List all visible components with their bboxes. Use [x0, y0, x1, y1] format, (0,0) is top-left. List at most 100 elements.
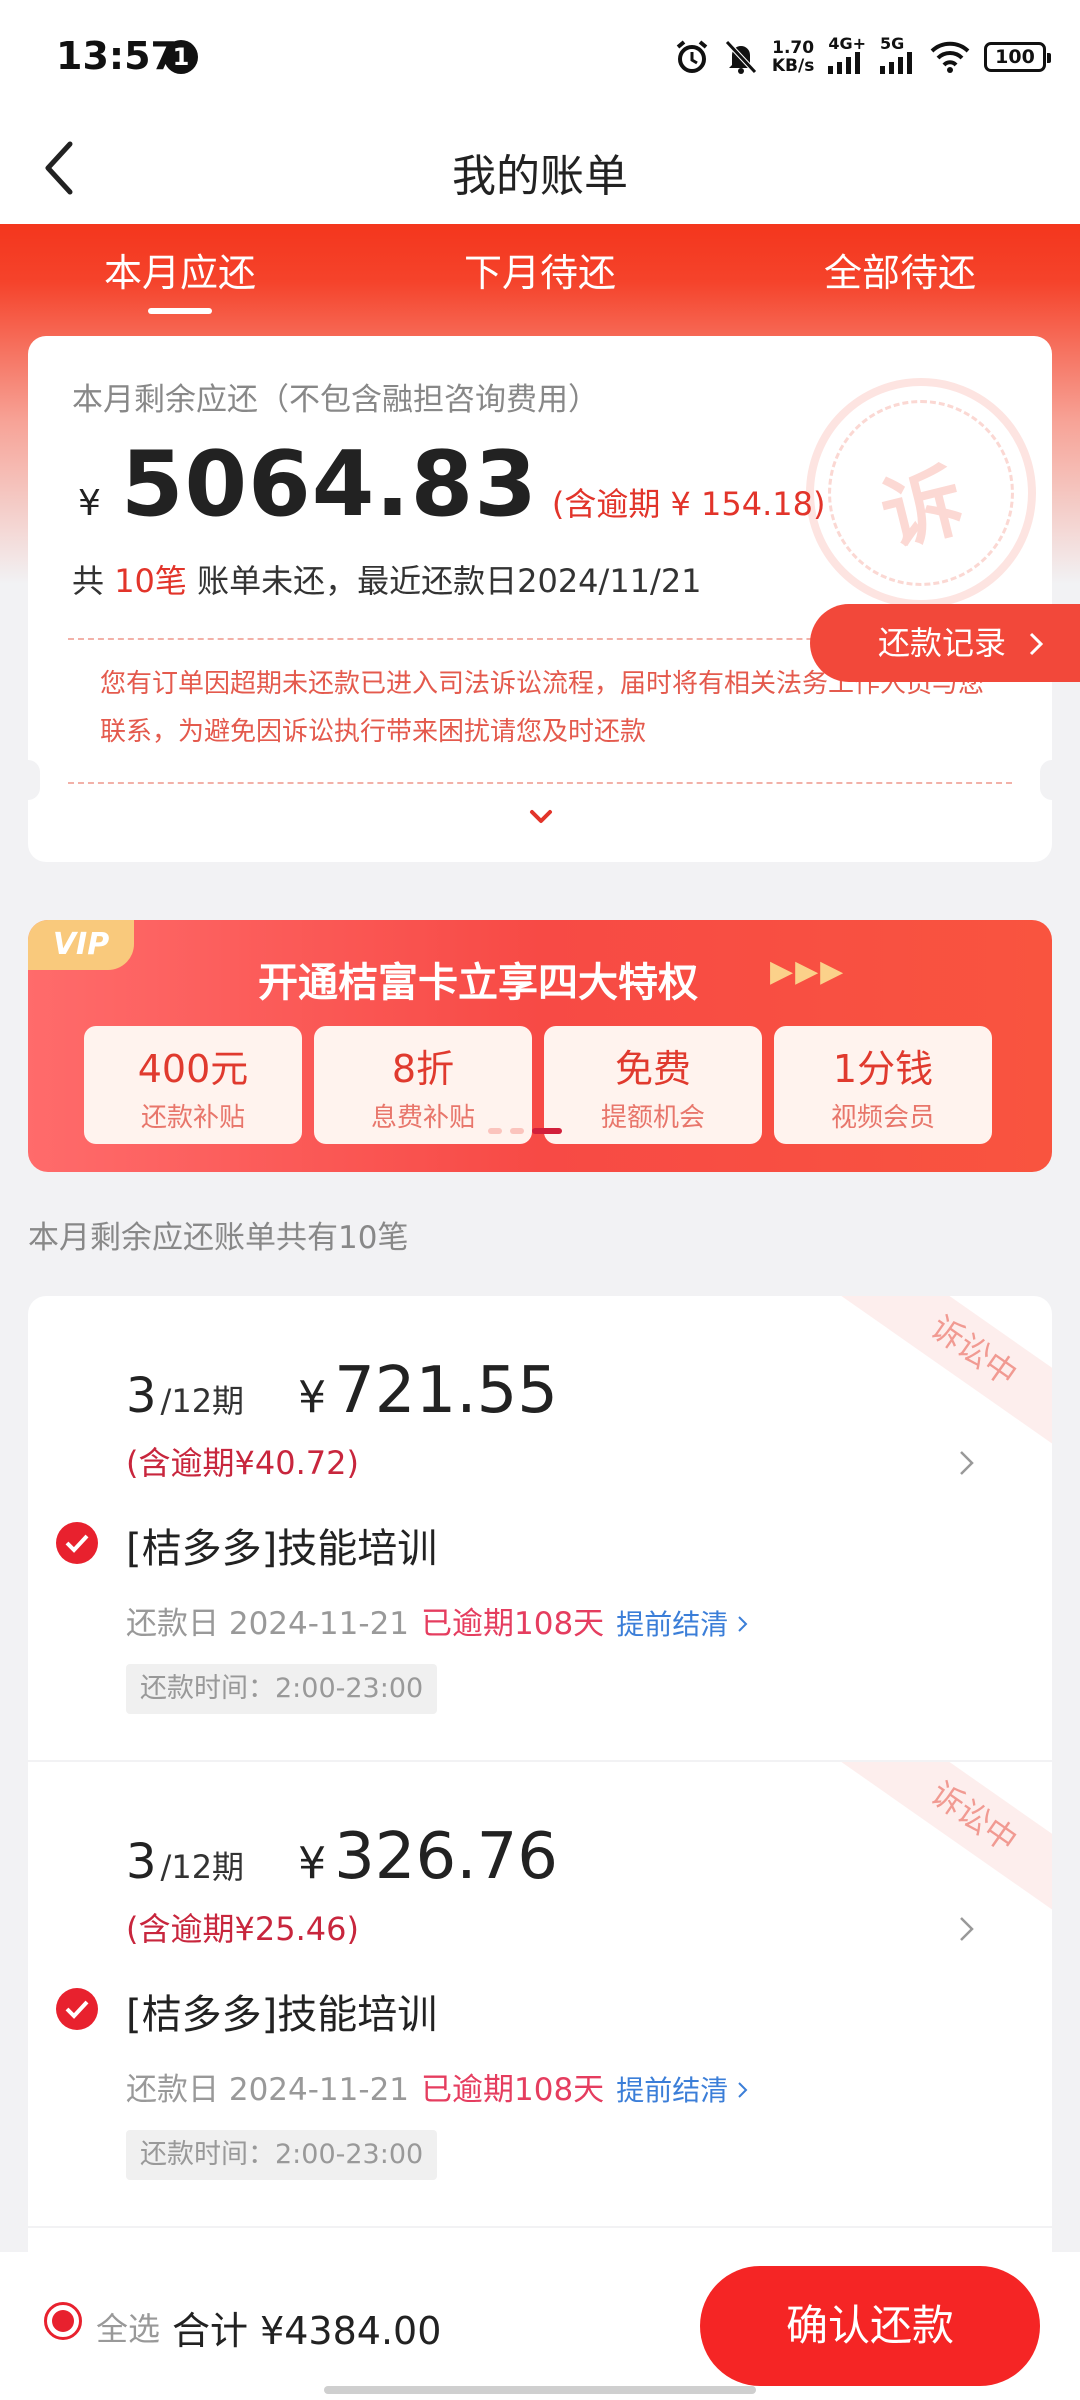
remaining-amount-row: ¥ 5064.83 (含逾期 ¥ 154.18): [78, 432, 825, 537]
signal-2: 5G: [880, 36, 916, 78]
perk-main: 8折: [391, 1047, 455, 1091]
perk-sub: 还款补贴: [140, 1103, 245, 1133]
bill-due-row: 还款日 2024-11-21 已逾期108天 提前结清: [126, 2064, 749, 2109]
perk-main: 1分钱: [832, 1047, 934, 1091]
mute-bell-icon: [725, 40, 757, 74]
carousel-dot: [488, 1128, 502, 1134]
divider: [68, 782, 1012, 784]
currency-symbol: ¥: [78, 483, 101, 524]
vip-tag: VIP: [28, 920, 134, 970]
app-header: 我的账单: [0, 112, 1080, 224]
currency-symbol: ¥: [298, 1372, 327, 1423]
lawsuit-ribbon: 诉讼中: [841, 1296, 1052, 1457]
tab-next-month[interactable]: 下月待还: [360, 224, 720, 312]
card-notch: [28, 760, 40, 800]
chevron-right-icon: [738, 2082, 748, 2098]
bill-overdue-amount: (含逾期¥25.46): [126, 1910, 359, 1948]
bill-due-row: 还款日 2024-11-21 已逾期108天 提前结清: [126, 1598, 749, 1643]
term-number: 3: [126, 1834, 157, 1890]
remaining-label: 本月剩余应还（不包含融担咨询费用）: [72, 382, 599, 418]
lawsuit-seal: 诉: [806, 378, 1036, 608]
overdue-days: 已逾期108天: [421, 1606, 605, 1642]
signal-bars-icon: [880, 52, 912, 74]
term-number: 3: [126, 1368, 157, 1424]
tab-bar: 本月应还 下月待还 全部待还: [0, 224, 1080, 314]
page-title: 我的账单: [452, 151, 628, 202]
perk-sub: 视频会员: [830, 1103, 935, 1133]
repayment-record-label: 还款记录: [878, 624, 1007, 662]
overdue-amount: (含逾期 ¥ 154.18): [551, 485, 826, 523]
signal-2-label: 5G: [880, 34, 905, 53]
bill-checkbox[interactable]: [56, 1988, 98, 2030]
carousel-dot-active: [532, 1128, 562, 1134]
perk-sub: 提额机会: [600, 1103, 705, 1133]
signal-bars-icon: [828, 52, 861, 74]
overdue-days: 已逾期108天: [421, 2072, 605, 2108]
seal-text: 诉: [872, 453, 973, 564]
triple-arrow-icon: ▶▶▶: [770, 954, 846, 989]
net-speed-unit: KB/s: [771, 56, 815, 76]
bill-checkbox[interactable]: [56, 1522, 98, 1564]
early-settle-link[interactable]: 提前结清: [616, 1603, 749, 1643]
status-bar: 13:57 1 1.70 KB/s 4G+ 5G 100: [0, 0, 1080, 112]
early-settle-link[interactable]: 提前结清: [616, 2069, 749, 2109]
perk-card: 8折 息费补贴: [314, 1026, 532, 1144]
select-all-label[interactable]: 全选: [96, 2304, 160, 2350]
perk-card: 1分钱 视频会员: [774, 1026, 992, 1144]
bill-amount: 326.76: [334, 1820, 558, 1894]
perk-main: 400元: [137, 1047, 249, 1091]
notification-badge: 1: [164, 40, 198, 74]
bills-summary: 共 10笔 账单未还，最近还款日2024/11/21: [72, 556, 702, 602]
carousel-indicator: [488, 1128, 562, 1134]
confirm-repay-button[interactable]: 确认还款: [700, 2266, 1040, 2386]
chevron-right-icon[interactable]: [958, 1448, 976, 1478]
early-settle-label: 提前结清: [616, 2074, 729, 2107]
early-settle-label: 提前结清: [616, 1608, 729, 1641]
summary-card: 诉 本月剩余应还（不包含融担咨询费用） ¥ 5064.83 (含逾期 ¥ 154…: [28, 336, 1052, 862]
check-icon: [65, 2000, 89, 2019]
net-speed: 1.70 KB/s: [772, 39, 814, 75]
card-notch: [1040, 760, 1052, 800]
home-indicator[interactable]: [324, 2386, 756, 2394]
repay-time: 还款时间：2:00-23:00: [126, 1664, 438, 1714]
check-icon: [65, 1534, 89, 1553]
select-all-radio[interactable]: [44, 2302, 82, 2340]
carousel-dot: [510, 1128, 524, 1134]
bill-name: [桔多多]技能培训: [126, 1526, 438, 1572]
perk-main: 免费: [614, 1047, 691, 1091]
bill-item[interactable]: 诉讼中 3 /12期 ¥ 326.76 (含逾期¥25.46) [桔多多]技能培…: [28, 1762, 1052, 2226]
remaining-amount: 5064.83: [120, 432, 538, 537]
tab-all-pending[interactable]: 全部待还: [720, 224, 1080, 312]
battery-icon: 100: [984, 42, 1051, 72]
bill-list-caption: 本月剩余应还账单共有10笔: [28, 1220, 409, 1256]
bills-prefix: 共: [72, 562, 105, 600]
bill-overdue-amount: (含逾期¥40.72): [126, 1444, 359, 1482]
vip-title: 开通桔富卡立享四大特权: [258, 960, 698, 1006]
term-total: /12期: [160, 1848, 245, 1886]
alarm-icon: [676, 40, 708, 73]
due-date: 还款日 2024-11-21: [126, 1606, 410, 1642]
bill-term-row: 3 /12期 ¥ 326.76: [126, 1820, 558, 1894]
vip-banner[interactable]: VIP 开通桔富卡立享四大特权 ▶▶▶ 400元 还款补贴 8折 息费补贴 免费…: [28, 920, 1052, 1172]
total-amount: 合计 ¥4384.00: [172, 2309, 442, 2353]
repayment-record-button[interactable]: 还款记录: [810, 604, 1080, 682]
lawsuit-ribbon: 诉讼中: [841, 1762, 1052, 1923]
currency-symbol: ¥: [298, 1838, 327, 1889]
status-icons: 1.70 KB/s 4G+ 5G 100: [674, 34, 1051, 78]
expand-chevron-icon[interactable]: [526, 802, 556, 832]
bill-name: [桔多多]技能培训: [126, 1992, 438, 2038]
bill-amount: 721.55: [334, 1354, 558, 1428]
status-time: 13:57: [56, 34, 177, 78]
chevron-right-icon: [738, 1616, 748, 1632]
vip-perks: 400元 还款补贴 8折 息费补贴 免费 提额机会 1分钱 视频会员: [84, 1026, 992, 1144]
due-date: 还款日 2024-11-21: [126, 2072, 410, 2108]
chevron-right-icon: [1030, 632, 1044, 656]
signal-1-label: 4G+: [828, 34, 866, 53]
chevron-right-icon[interactable]: [958, 1914, 976, 1944]
bill-item[interactable]: 诉讼中 3 /12期 ¥ 721.55 (含逾期¥40.72) [桔多多]技能培…: [28, 1296, 1052, 1760]
repay-time: 还款时间：2:00-23:00: [126, 2130, 438, 2180]
tab-this-month[interactable]: 本月应还: [0, 224, 360, 314]
wifi-icon: [930, 41, 970, 73]
bill-term-row: 3 /12期 ¥ 721.55: [126, 1354, 558, 1428]
net-speed-value: 1.70: [772, 38, 815, 58]
